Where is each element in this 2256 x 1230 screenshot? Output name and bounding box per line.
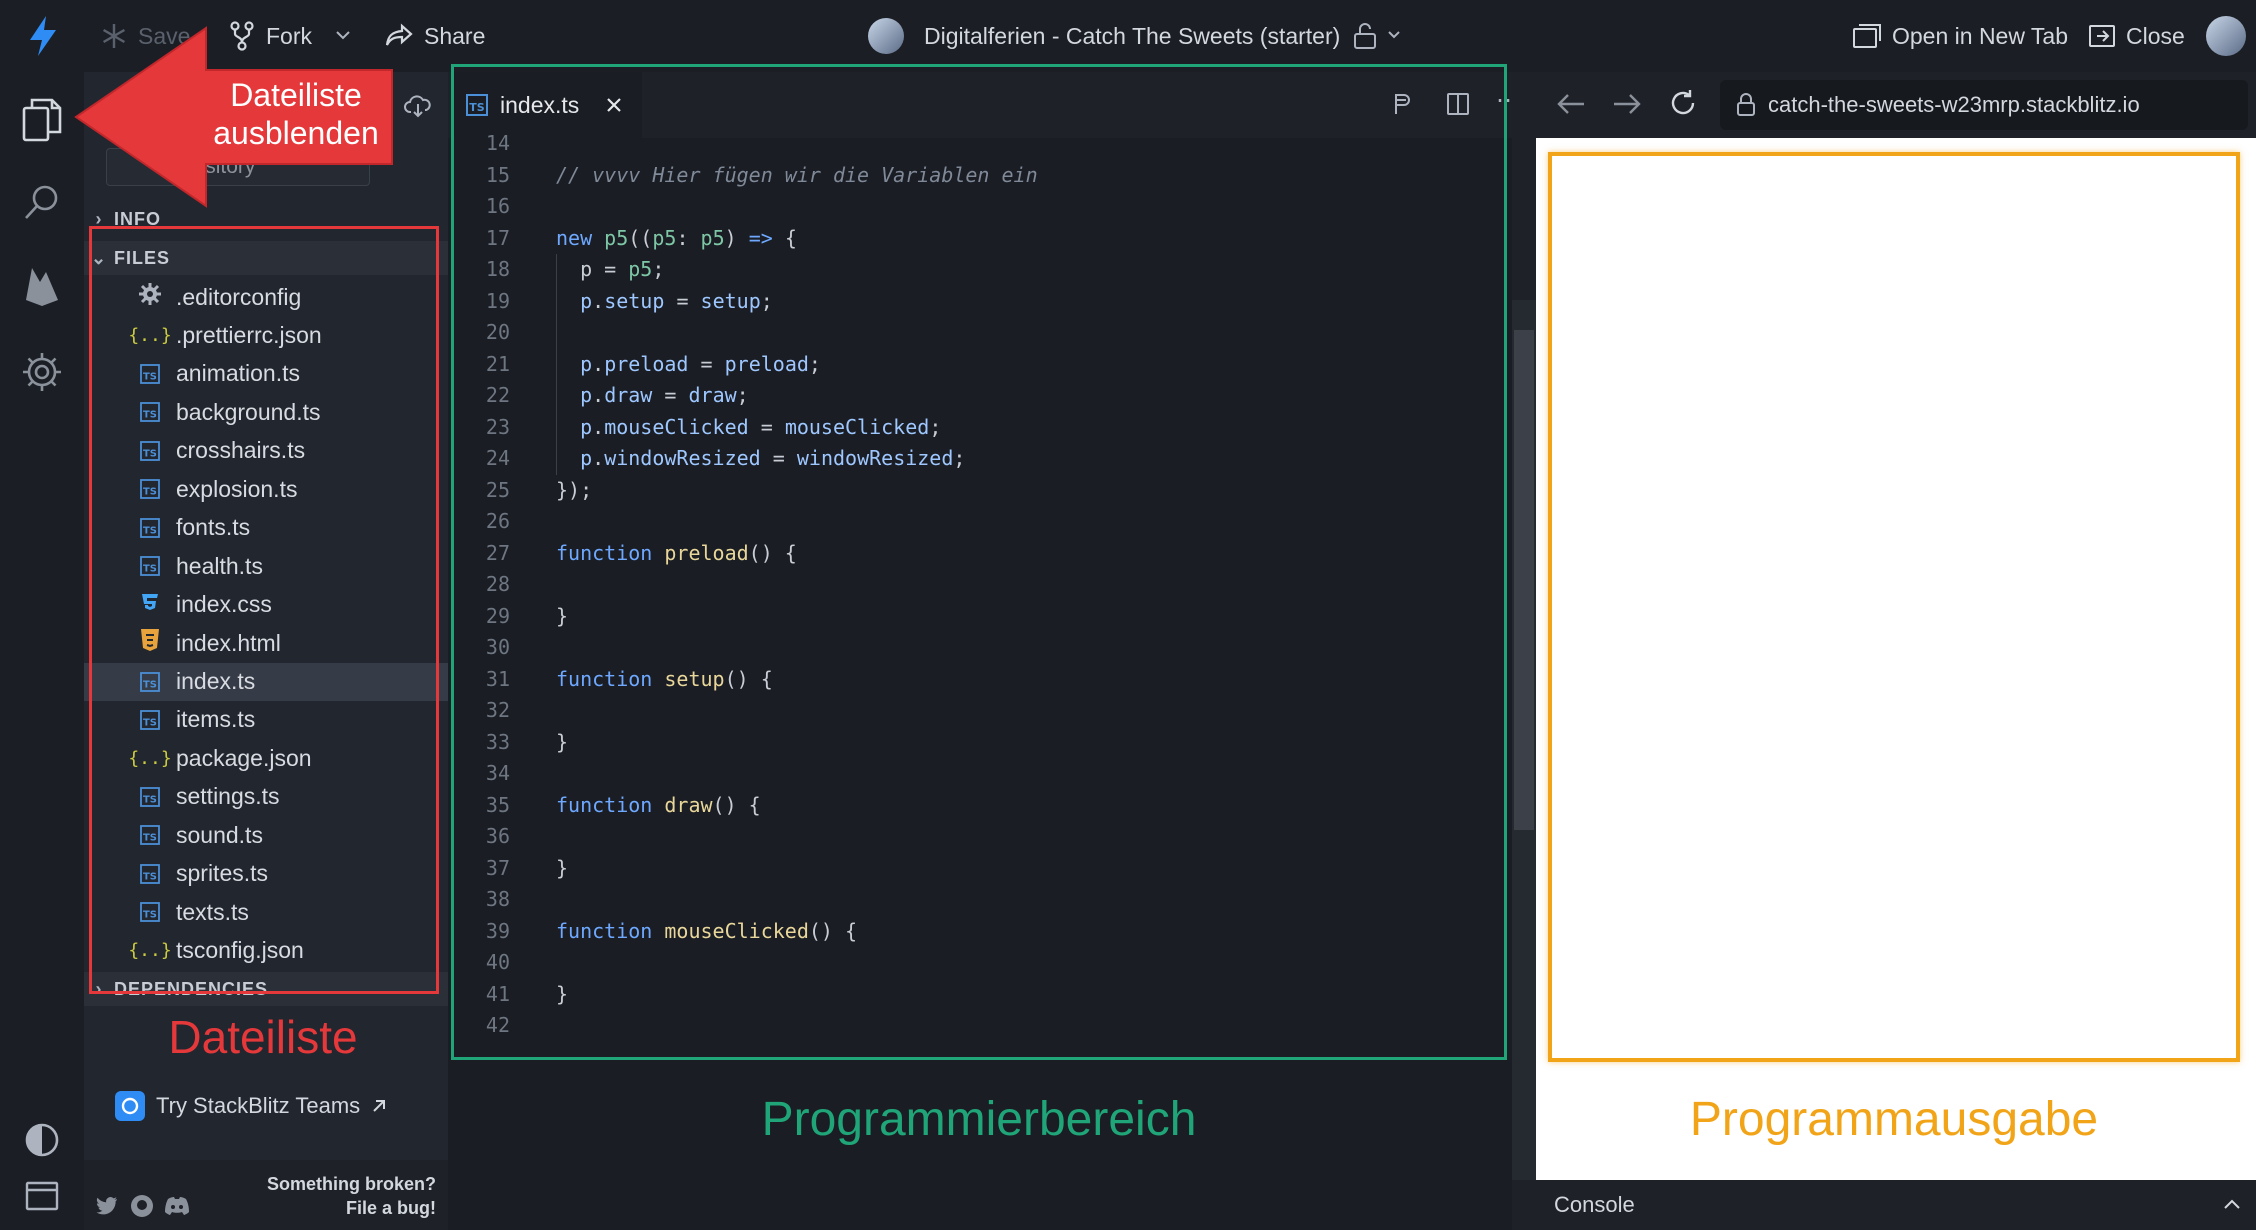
editor-highlight-box [451,64,1507,1060]
project-title: Digitalferien - Catch The Sweets (starte… [924,0,1340,72]
firebase-icon[interactable] [22,262,62,308]
chevron-up-icon[interactable] [2222,1196,2242,1212]
visibility-chevron-icon[interactable] [1386,27,1402,43]
github-icon[interactable] [130,1194,154,1218]
program-output-annotation-label: Programmausgabe [1689,1093,2099,1146]
close-preview-button[interactable]: Close [2088,0,2185,72]
indent-guide [556,254,557,475]
exit-icon [2088,24,2116,48]
url-bar[interactable]: catch-the-sweets-w23mrp.stackblitz.io [1720,80,2248,130]
footer-line1: Something broken? [266,1174,436,1194]
external-link-icon [370,1097,388,1115]
lock-icon [1736,93,1756,117]
output-highlight-box [1548,152,2240,1062]
forward-arrow-icon[interactable] [1612,92,1642,116]
user-avatar[interactable] [2206,16,2246,56]
cloud-download-icon[interactable] [404,94,432,118]
hide-filelist-annotation: Dateiliste ausblenden [213,77,379,151]
try-teams-button[interactable]: Try StackBlitz Teams [114,1082,388,1130]
console-panel[interactable]: Console [1536,1180,2256,1230]
reload-icon[interactable] [1668,88,1698,118]
back-arrow-icon[interactable] [1556,92,1586,116]
console-label: Console [1554,1192,1635,1217]
open-new-tab-icon [1852,23,1882,49]
teams-label: Try StackBlitz Teams [156,1093,361,1118]
settings-gear-icon[interactable] [20,350,64,394]
url-text: catch-the-sweets-w23mrp.stackblitz.io [1768,92,2140,117]
project-title-text: Digitalferien - Catch The Sweets (starte… [924,22,1341,49]
share-label: Share [424,22,486,49]
twitter-icon[interactable] [96,1196,118,1216]
discord-icon[interactable] [164,1196,190,1216]
close-label: Close [2126,22,2185,49]
theme-toggle-icon[interactable] [24,1122,60,1158]
files-icon[interactable] [20,96,64,144]
owner-avatar[interactable] [868,18,904,54]
activity-bar [0,72,84,1230]
search-icon[interactable] [22,182,62,222]
stackblitz-logo-icon[interactable] [26,14,60,58]
filelist-annotation-label: Dateiliste [168,1011,358,1063]
layout-panel-icon[interactable] [24,1180,60,1212]
filelist-highlight-box [89,226,439,994]
programming-area-annotation-label: Programmierbereich [761,1093,1197,1146]
lock-open-icon[interactable] [1352,22,1378,50]
open-new-tab-label: Open in New Tab [1892,22,2069,49]
share-button[interactable]: Share [384,0,485,72]
editor-scrollbar-thumb[interactable] [1514,330,1534,830]
teams-icon [114,1090,146,1122]
open-new-tab-button[interactable]: Open in New Tab [1852,0,2068,72]
report-bug-link[interactable]: Something broken? File a bug! [240,1172,436,1220]
footer-line2: File a bug! [346,1198,436,1218]
